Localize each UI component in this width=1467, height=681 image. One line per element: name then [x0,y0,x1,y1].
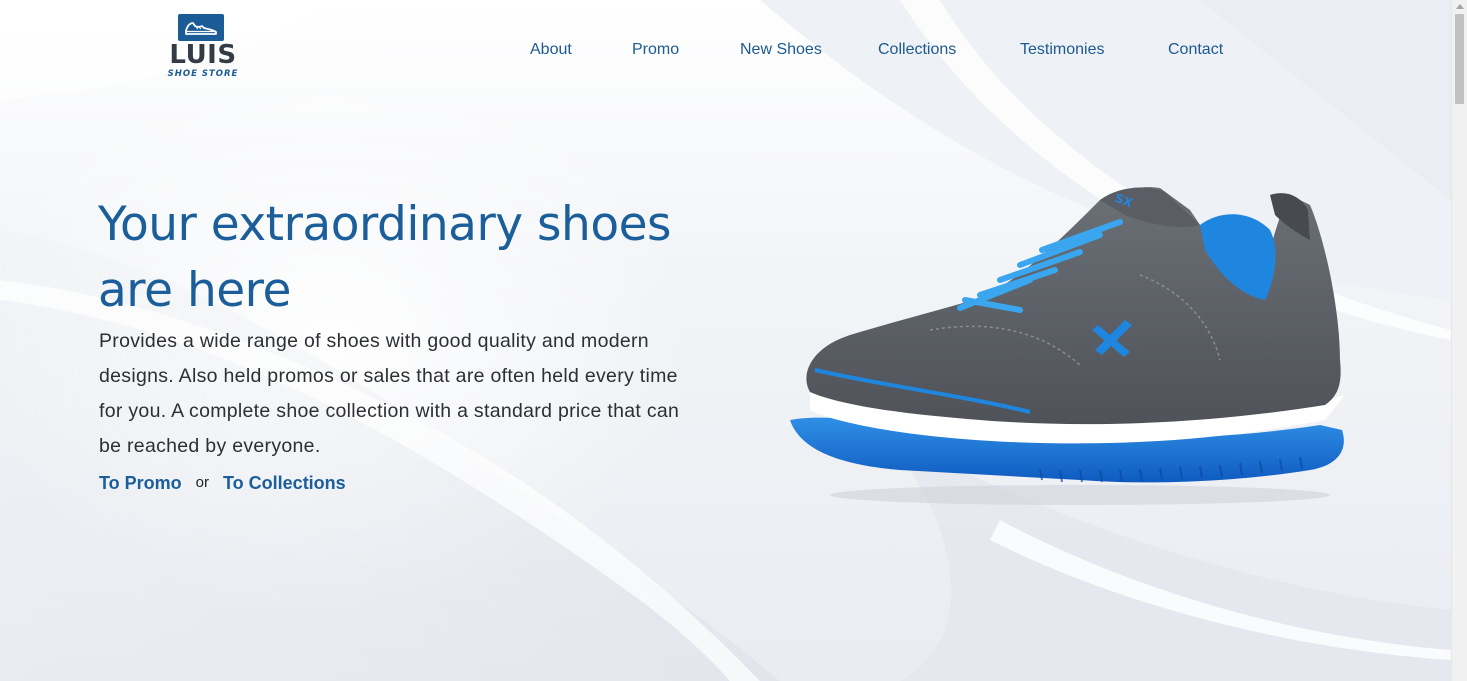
to-collections-link[interactable]: To Collections [223,473,346,493]
nav-item-testimonies[interactable]: Testimonies [1020,38,1104,62]
to-promo-link[interactable]: To Promo [99,473,182,493]
hero-description: Provides a wide range of shoes with good… [99,330,680,457]
nav-item-collections[interactable]: Collections [878,38,956,62]
nav-item-promo[interactable]: Promo [632,38,679,62]
cta-separator: or [195,474,210,491]
nav-item-about[interactable]: About [530,38,572,62]
store-logo[interactable]: LUIS SHOE STORE [166,14,240,82]
nav-item-contact[interactable]: Contact [1168,38,1223,62]
logo-tagline: SHOE STORE [167,69,239,79]
page-scrollbar[interactable] [1451,0,1467,681]
hero-title: Your extraordinary shoes are here [98,197,671,318]
nav-item-new-shoes[interactable]: New Shoes [740,38,822,62]
logo-name: LUIS [169,40,237,70]
scroll-thumb[interactable] [1455,14,1464,104]
sneaker-image: SX [780,180,1350,510]
shoe-icon [178,14,224,41]
hero-cta-row: To Promo or To Collections [99,470,346,496]
scroll-up-arrow-icon[interactable] [1456,4,1464,9]
